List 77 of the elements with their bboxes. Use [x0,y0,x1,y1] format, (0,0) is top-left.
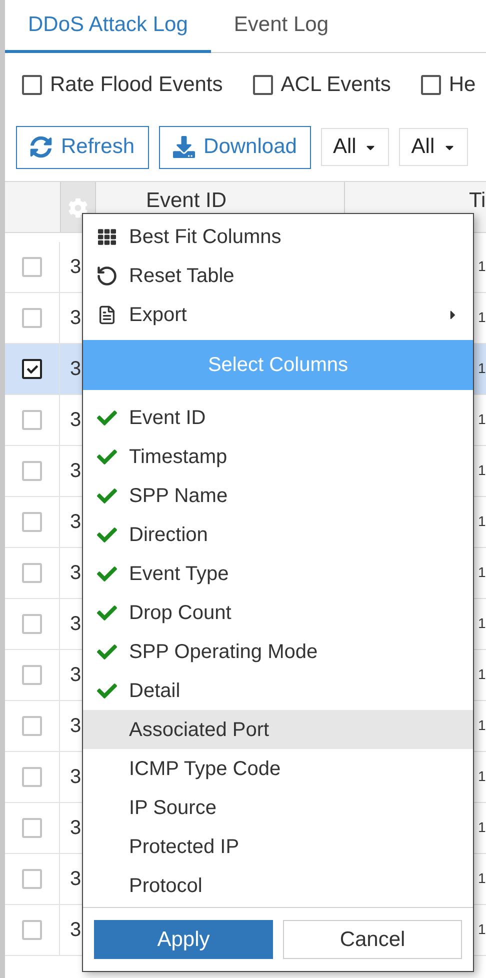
checkbox[interactable] [420,75,441,95]
menu-item[interactable]: Best Fit Columns [83,217,473,256]
table-cell: 3 [70,511,82,533]
menu-item[interactable]: Reset Table [83,256,473,295]
menu-item[interactable]: ICMP Type Code [83,749,473,788]
check-icon [96,602,118,622]
table-cell: 3 [70,868,82,890]
menu-item[interactable]: SPP Name [83,476,473,515]
table-cell: 1 [478,360,486,376]
table-cell: 3 [70,409,82,431]
menu-item[interactable]: Protected IP [83,827,473,866]
table-cell: 3 [70,460,82,482]
check-icon [96,642,118,662]
document-icon [97,304,117,326]
table-cell: 1 [478,513,486,529]
download-icon [172,136,195,158]
checkbox[interactable] [252,75,273,95]
check-icon [96,524,118,544]
refresh-button[interactable]: Refresh [16,126,149,168]
table-cell: 1 [478,615,486,631]
reset-icon [96,264,118,286]
menu-item[interactable]: Detail [83,671,473,710]
check-icon [96,680,118,700]
table-cell: 3 [70,562,82,584]
table-cell: 1 [478,309,486,325]
table-cell: 3 [70,358,82,380]
menu-item[interactable]: Export [83,295,473,334]
filter-label: Rate Flood Events [50,72,223,98]
checkbox[interactable] [22,359,42,379]
table-cell: 1 [478,258,486,274]
menu-item[interactable]: Event ID [83,398,473,437]
grid-icon [97,228,117,246]
check-icon [26,364,38,374]
table-cell: 1 [478,462,486,478]
tab[interactable]: Event Log [210,0,352,53]
table-cell: 3 [70,613,82,635]
menu-item[interactable]: Direction [83,515,473,554]
settings-icon[interactable] [68,198,88,218]
table-cell: 1 [478,564,486,580]
check-icon [96,446,118,466]
table-cell: 3 [70,766,82,788]
apply-button[interactable]: Apply [94,920,273,959]
section-title: Select Columns [208,353,348,378]
dropdown[interactable]: All [399,128,468,166]
checkbox[interactable] [22,75,42,95]
menu-item[interactable]: Protocol [83,866,473,905]
filter-label: ACL Events [280,72,391,98]
table-cell: 1 [478,666,486,682]
cancel-button[interactable]: Cancel [283,920,462,959]
column-header[interactable]: Ti [469,189,486,212]
table-cell: 1 [478,921,486,937]
menu-item[interactable]: Event Type [83,554,473,593]
tab[interactable]: DDoS Attack Log [5,0,211,53]
table-cell: 1 [478,411,486,427]
menu-item[interactable]: Timestamp [83,437,473,476]
refresh-icon [30,136,52,158]
table-cell: 1 [478,819,486,835]
table-cell: 3 [70,919,82,941]
check-icon [96,408,118,428]
menu-item[interactable]: Drop Count [83,593,473,632]
table-cell: 1 [478,870,486,886]
table-cell: 3 [70,817,82,839]
table-cell: 3 [70,256,82,278]
table-cell: 3 [70,715,82,737]
menu-item[interactable]: SPP Operating Mode [83,632,473,671]
check-icon [96,564,118,584]
table-cell: 3 [70,664,82,686]
filter-label: He [448,72,476,98]
check-icon [96,486,118,506]
menu-item[interactable]: Associated Port [83,710,473,749]
table-cell: 1 [478,717,486,733]
menu-item[interactable]: IP Source [83,788,473,827]
download-button[interactable]: Download [158,126,311,168]
table-cell: 1 [478,768,486,784]
column-header[interactable]: Event ID [146,189,227,212]
table-cell: 3 [70,307,82,329]
dropdown[interactable]: All [320,128,390,166]
